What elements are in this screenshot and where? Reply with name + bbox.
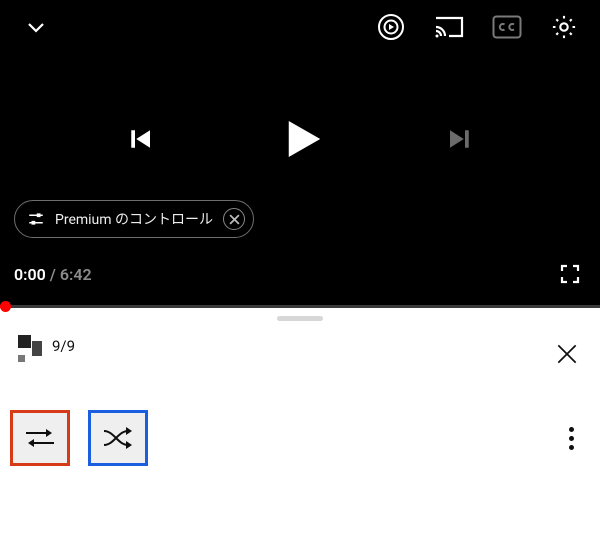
settings-button[interactable] — [546, 9, 582, 45]
playlist-index: 9/9 — [52, 337, 75, 355]
autoplay-toggle[interactable] — [372, 8, 410, 46]
kebab-dot — [569, 445, 574, 450]
captions-icon — [492, 15, 522, 39]
kebab-dot — [569, 427, 574, 432]
dismiss-chip-button[interactable] — [223, 208, 245, 230]
premium-controls-chip-row: Premium のコントロール — [14, 200, 254, 238]
video-player: Premium のコントロール 0:00 / 6:42 — [0, 0, 600, 308]
transport-controls — [0, 108, 600, 170]
more-options-button[interactable] — [561, 419, 582, 458]
fullscreen-button[interactable] — [554, 258, 586, 290]
playlist-header: 9/9 — [0, 321, 600, 376]
progress-bar[interactable] — [0, 305, 600, 308]
next-track-button[interactable] — [441, 120, 479, 158]
collapse-player-button[interactable] — [20, 11, 52, 43]
time-display-row: 0:00 / 6:42 — [14, 258, 586, 290]
playlist-sheet: 9/9 — [0, 316, 600, 552]
previous-track-button[interactable] — [121, 120, 159, 158]
captions-button[interactable] — [488, 11, 526, 43]
fullscreen-icon — [558, 262, 582, 286]
gear-icon — [550, 13, 578, 41]
tune-icon — [27, 210, 45, 228]
close-icon — [229, 214, 240, 225]
skip-next-icon — [445, 124, 475, 154]
skip-previous-icon — [125, 124, 155, 154]
play-button[interactable] — [269, 108, 331, 170]
cast-button[interactable] — [430, 10, 468, 44]
premium-chip-label: Premium のコントロール — [55, 209, 213, 229]
player-topbar — [0, 0, 600, 54]
play-icon — [273, 112, 327, 166]
cast-icon — [434, 14, 464, 40]
time-duration: 6:42 — [60, 265, 92, 284]
repeat-icon — [22, 423, 58, 453]
close-sheet-button[interactable] — [548, 335, 586, 376]
time-separator: / — [46, 265, 60, 284]
autoplay-on-icon — [376, 12, 406, 42]
time-current: 0:00 — [14, 265, 46, 284]
playlist-controls — [0, 376, 600, 466]
playlist-thumbnail — [18, 335, 42, 359]
premium-controls-chip[interactable]: Premium のコントロール — [14, 200, 254, 238]
close-icon — [554, 341, 580, 367]
repeat-button[interactable] — [10, 410, 70, 466]
kebab-dot — [569, 436, 574, 441]
progress-handle[interactable] — [0, 301, 11, 312]
shuffle-button[interactable] — [88, 410, 148, 466]
shuffle-icon — [100, 423, 136, 453]
chevron-down-icon — [24, 15, 48, 39]
